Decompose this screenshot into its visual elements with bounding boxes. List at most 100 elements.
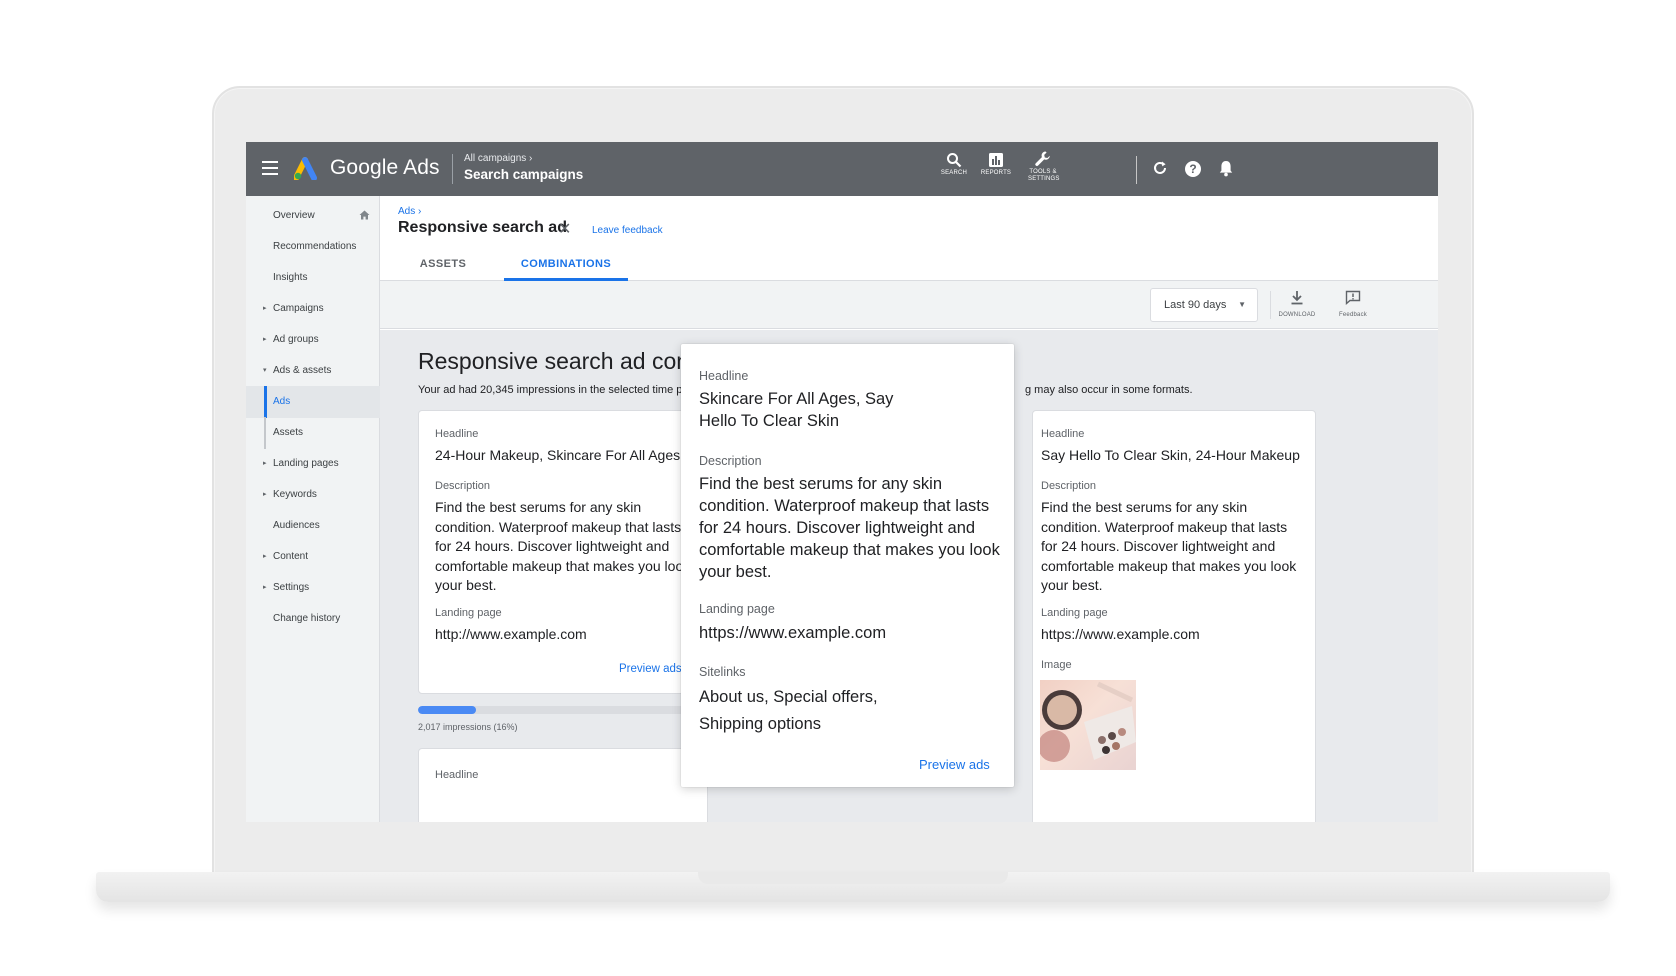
sidebar-item-label: Keywords (273, 489, 317, 500)
tools-settings-button[interactable]: TOOLS & SETTINGS (1022, 150, 1064, 183)
sitelinks-label: Sitelinks (699, 665, 746, 679)
sidebar-item-ads-assets[interactable]: ▾ Ads & assets (246, 355, 380, 387)
toolbar-divider (1270, 291, 1271, 319)
topbar-divider (1136, 156, 1137, 184)
impressions-progress-bar (418, 706, 708, 714)
tab-assets[interactable]: ASSETS (398, 252, 488, 281)
search-tool-label: SEARCH (940, 170, 968, 176)
search-icon (947, 153, 962, 168)
download-label: DOWNLOAD (1278, 312, 1316, 318)
description-label: Description (435, 480, 491, 492)
download-button[interactable]: DOWNLOAD (1272, 290, 1322, 318)
combination-card: Headline (418, 748, 708, 822)
landing-page-label: Landing page (1041, 607, 1108, 619)
description-label: Description (699, 454, 762, 468)
headline-label: Headline (435, 769, 479, 781)
preview-ads-link[interactable]: Preview ads (919, 757, 990, 772)
sidebar-item-overview[interactable]: Overview (246, 200, 380, 232)
image-label: Image (1041, 659, 1072, 671)
landing-page-label: Landing page (435, 607, 502, 619)
impressions-progress-fill (418, 706, 476, 714)
sidebar-item-landing-pages[interactable]: ▸ Landing pages (246, 448, 380, 480)
expand-caret-icon: ▸ (263, 336, 267, 343)
menu-icon[interactable] (262, 161, 278, 175)
sidebar-item-label: Settings (273, 582, 310, 593)
combination-detail-popup: Headline Skincare For All Ages, Say Hell… (681, 344, 1014, 787)
preview-ads-link[interactable]: Preview ads (619, 663, 682, 675)
tools-settings-label: TOOLS & SETTINGS (1028, 169, 1060, 182)
description-text: Find the best serums for any skin condit… (1041, 499, 1297, 593)
reports-icon (989, 153, 1003, 167)
home-icon (359, 210, 370, 220)
feedback-button[interactable]: Feedback (1328, 290, 1378, 318)
reports-tool-label: REPORTS (980, 170, 1012, 176)
makeup-palette-illustration (1040, 681, 1136, 762)
sidebar-item-keywords[interactable]: ▸ Keywords (246, 479, 380, 511)
sidebar-item-label: Audiences (273, 520, 320, 531)
sidebar-item-label: Landing pages (273, 458, 339, 469)
reports-tool-button[interactable]: REPORTS (978, 152, 1014, 177)
sidebar-item-label: Ads (273, 396, 291, 407)
collapse-caret-icon: ▾ (263, 367, 267, 374)
download-icon (1291, 291, 1303, 305)
top-app-bar: Google Ads All campaigns › Search campai… (246, 142, 1438, 196)
landing-page-url[interactable]: http://www.example.com (435, 625, 587, 645)
sidebar-item-audiences[interactable]: Audiences (246, 510, 380, 542)
expand-caret-icon: ▸ (263, 491, 267, 498)
content-header: Ads › Responsive search ad ✕ Leave feedb… (380, 196, 1438, 281)
tab-combinations[interactable]: COMBINATIONS (504, 252, 628, 281)
sidebar-item-assets[interactable]: Assets (246, 417, 380, 449)
landing-page-url[interactable]: https://www.example.com (1041, 625, 1200, 645)
expand-caret-icon: ▸ (263, 305, 267, 312)
sidebar-item-label: Recommendations (273, 241, 357, 252)
google-ads-logo-icon (294, 157, 317, 180)
topbar-divider (452, 154, 453, 184)
brand-title[interactable]: Google Ads (330, 156, 440, 180)
sidebar-item-label: Content (273, 551, 309, 562)
sidebar-item-ad-groups[interactable]: ▸ Ad groups (246, 324, 380, 356)
headline-label: Headline (699, 369, 749, 383)
sidebar-item-insights[interactable]: Insights (246, 262, 380, 294)
sidebar-item-campaigns[interactable]: ▸ Campaigns (246, 293, 380, 325)
headline-text: 24-Hour Makeup, Skincare For All Ages (435, 447, 681, 463)
sidebar-item-label: Campaigns (273, 303, 324, 314)
impressions-count: 2,017 impressions (16%) (418, 722, 518, 732)
date-range-select[interactable]: Last 90 days ▼ (1150, 288, 1258, 322)
breadcrumb-ads[interactable]: Ads › (398, 206, 421, 217)
sitelinks-text: About us, Special offers, Shipping optio… (699, 688, 878, 733)
expand-caret-icon: ▸ (263, 460, 267, 467)
sidebar-item-ads[interactable]: Ads (246, 386, 380, 418)
headline-text: Skincare For All Ages, Say Hello To Clea… (699, 390, 894, 430)
page-title: Responsive search ad (398, 219, 567, 236)
notifications-icon[interactable] (1218, 160, 1234, 177)
sidebar-item-change-history[interactable]: Change history (246, 603, 380, 635)
sidebar-item-recommendations[interactable]: Recommendations (246, 231, 380, 263)
help-icon[interactable]: ? (1184, 160, 1202, 178)
search-tool-button[interactable]: SEARCH (938, 152, 970, 177)
landing-page-label: Landing page (699, 602, 775, 616)
close-icon[interactable]: ✕ (558, 222, 571, 238)
breadcrumb-parent[interactable]: All campaigns › (464, 153, 532, 164)
headline-label: Headline (435, 428, 479, 440)
sidebar-item-content[interactable]: ▸ Content (246, 541, 380, 573)
breadcrumb-current[interactable]: Search campaigns (464, 167, 583, 182)
sidebar-item-settings[interactable]: ▸ Settings (246, 572, 380, 604)
landing-page-url[interactable]: https://www.example.com (699, 622, 886, 644)
sidebar-item-label: Ads & assets (273, 365, 332, 376)
sidebar-item-label: Ad groups (273, 334, 319, 345)
chevron-down-icon: ▼ (1238, 300, 1246, 309)
combination-card: Headline 24-Hour Makeup, Skincare For Al… (418, 410, 708, 694)
sidebar-item-label: Insights (273, 272, 308, 283)
laptop-notch (698, 872, 1008, 884)
description-label: Description (1041, 480, 1097, 492)
left-navigation: Overview Recommendations Insights ▸ Camp… (246, 196, 380, 822)
date-range-value: Last 90 days (1164, 299, 1227, 311)
description-text: Find the best serums for any skin condit… (435, 499, 691, 593)
refresh-icon[interactable] (1152, 160, 1168, 176)
feedback-label: Feedback (1339, 312, 1367, 318)
sidebar-item-label: Change history (273, 613, 341, 624)
headline-label: Headline (1041, 428, 1085, 440)
sidebar-item-label: Overview (273, 210, 315, 221)
leave-feedback-link[interactable]: Leave feedback (592, 225, 663, 236)
expand-caret-icon: ▸ (263, 553, 267, 560)
